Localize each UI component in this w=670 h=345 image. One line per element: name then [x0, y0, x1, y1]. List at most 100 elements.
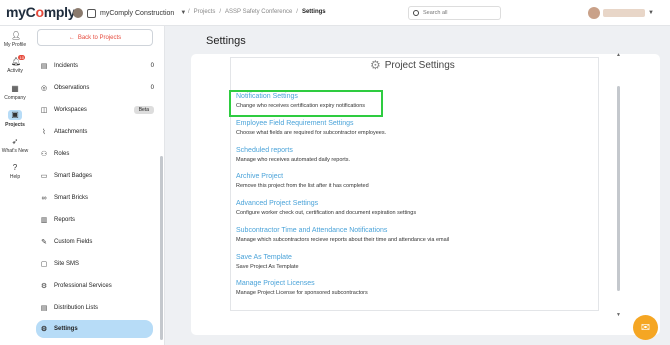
user-menu[interactable]: ▼ [588, 5, 658, 21]
setting-desc: Manage Project License for sponsored sub… [236, 290, 368, 296]
setting-scheduled-reports: Scheduled reports Manage who receives au… [236, 147, 576, 163]
rail-item-company[interactable]: ▦ Company [0, 84, 30, 102]
app-logo[interactable]: myComply [6, 4, 76, 20]
help-icon: ? [12, 163, 18, 172]
building-icon: ▦ [11, 84, 19, 93]
setting-employee-fields: Employee Field Requirement Settings Choo… [236, 120, 576, 136]
paperclip-icon: ⌇ [42, 129, 46, 136]
menu-item-workspaces[interactable]: ◫ Workspaces Beta [39, 101, 154, 119]
org-switcher[interactable]: myComply Construction ▼ [73, 5, 186, 21]
list-icon: ▤ [40, 305, 48, 312]
incident-icon: ▤ [40, 63, 48, 70]
breadcrumb-current: Settings [301, 9, 326, 15]
sms-icon: ▢ [40, 261, 48, 268]
rail-item-my-profile[interactable]: 👤︎ My Profile [0, 31, 30, 49]
setting-licenses: Manage Project Licenses Manage Project L… [236, 280, 576, 296]
rail-label: What's New [1, 148, 29, 154]
setting-link[interactable]: Manage Project Licenses [236, 280, 576, 287]
breadcrumb-project[interactable]: ASSP Safety Conference [225, 9, 292, 15]
setting-link[interactable]: Advanced Project Settings [236, 200, 576, 207]
icon-rail: 👤︎ My Profile 🔔︎ 10 Activity ▦ Company ▣… [0, 26, 30, 345]
menu-item-label: Custom Fields [54, 239, 93, 245]
rail-label: My Profile [3, 42, 27, 48]
badge-icon: ▭ [40, 173, 48, 180]
observation-icon: ◎ [40, 85, 48, 92]
menu-item-observations[interactable]: ◎ Observations 0 [39, 79, 154, 97]
setting-link[interactable]: Employee Field Requirement Settings [236, 120, 576, 127]
beta-badge: Beta [133, 106, 154, 114]
scroll-up-arrow[interactable]: ▲ [616, 52, 621, 58]
menu-item-custom-fields[interactable]: ✎ Custom Fields [39, 233, 154, 251]
setting-desc: Manage which subcontractors recieve repo… [236, 237, 450, 243]
menu-item-reports[interactable]: ▥ Reports [39, 211, 154, 229]
rail-item-activity[interactable]: 🔔︎ 10 Activity [0, 55, 30, 74]
org-name: myComply Construction [100, 9, 175, 17]
gear-icon: ⚙ [370, 58, 381, 72]
menu-item-label: Attachments [54, 129, 88, 135]
menu-item-incidents[interactable]: ▤ Incidents 0 [39, 57, 154, 75]
top-bar: myComply myComply Construction ▼ / Proje… [0, 0, 670, 26]
menu-item-professional-services[interactable]: ⚙ Professional Services [39, 277, 154, 295]
menu-item-roles[interactable]: ⚇ Roles [39, 145, 154, 163]
scroll-down-arrow[interactable]: ▼ [616, 312, 621, 318]
chevron-down-icon: ▼ [648, 10, 654, 16]
search-input[interactable] [423, 10, 493, 16]
menu-item-site-sms[interactable]: ▢ Site SMS [39, 255, 154, 273]
rail-label: Company [4, 95, 26, 101]
breadcrumb: / Projects / ASSP Safety Conference / Se… [188, 9, 326, 15]
menu-item-attachments[interactable]: ⌇ Attachments [39, 123, 154, 141]
menu-item-label: Smart Badges [54, 173, 93, 179]
menu-item-label: Smart Bricks [54, 195, 89, 201]
menu-item-label: Reports [54, 217, 76, 223]
bricks-icon: ∞ [41, 194, 47, 202]
menu-item-distribution-lists[interactable]: ▤ Distribution Lists [39, 299, 154, 317]
rail-item-projects[interactable]: ▣ Projects [0, 110, 30, 128]
setting-link[interactable]: Save As Template [236, 254, 576, 261]
setting-desc: Choose what fields are required for subc… [236, 130, 387, 136]
menu-item-label: Distribution Lists [54, 305, 99, 311]
setting-archive: Archive Project Remove this project from… [236, 173, 576, 189]
reports-icon: ▥ [40, 217, 48, 224]
setting-time-attendance: Subcontractor Time and Attendance Notifi… [236, 227, 576, 243]
chat-icon: ✉ [640, 322, 651, 334]
menu-item-label: Settings [54, 326, 78, 332]
user-name-redacted [603, 9, 645, 17]
setting-link[interactable]: Archive Project [236, 173, 576, 180]
org-icon [87, 8, 96, 18]
rail-label: Projects [5, 122, 25, 128]
setting-desc: Manage who receives automated daily repo… [236, 157, 351, 163]
setting-save-template: Save As Template Save Project As Templat… [236, 254, 576, 270]
arrow-left-icon: ← [68, 34, 75, 41]
rail-item-whats-new[interactable]: ➶ What's New [0, 137, 30, 155]
menu-item-label: Professional Services [54, 283, 112, 289]
search-box[interactable] [408, 6, 501, 20]
menu-item-label: Site SMS [54, 261, 80, 267]
rail-item-help[interactable]: ? Help [0, 163, 30, 181]
breadcrumb-projects[interactable]: Projects [194, 9, 216, 15]
count: 0 [150, 85, 154, 91]
menu-item-settings[interactable]: ⚙ Settings [36, 320, 153, 338]
rail-label: Activity [7, 68, 23, 74]
panel-scrollbar[interactable] [617, 86, 620, 291]
menu-item-label: Observations [54, 85, 90, 91]
panel-title: Project Settings [384, 59, 455, 71]
back-to-projects-button[interactable]: ← Back to Projects [37, 29, 153, 46]
setting-advanced: Advanced Project Settings Configure work… [236, 200, 576, 216]
menu-item-smart-badges[interactable]: ▭ Smart Badges [39, 167, 154, 185]
setting-desc: Save Project As Template [236, 264, 299, 270]
setting-link[interactable]: Scheduled reports [236, 147, 576, 154]
chevron-down-icon: ▼ [180, 10, 187, 16]
rocket-icon: ➶ [11, 137, 19, 146]
menu-scrollbar[interactable] [160, 156, 163, 340]
menu-item-smart-bricks[interactable]: ∞ Smart Bricks [39, 189, 154, 207]
rail-label: Help [9, 174, 21, 180]
menu-item-label: Workspaces [54, 107, 87, 113]
person-icon: 👤︎ [11, 31, 22, 40]
page-title: Settings [206, 35, 246, 47]
project-menu: ← Back to Projects ▤ Incidents 0 ◎ Obser… [30, 26, 165, 345]
roles-icon: ⚇ [40, 151, 48, 158]
chat-button[interactable]: ✉ [633, 315, 658, 340]
breadcrumb-sep: / [219, 9, 222, 15]
gear-icon: ⚙ [40, 326, 48, 333]
setting-link[interactable]: Subcontractor Time and Attendance Notifi… [236, 227, 576, 234]
